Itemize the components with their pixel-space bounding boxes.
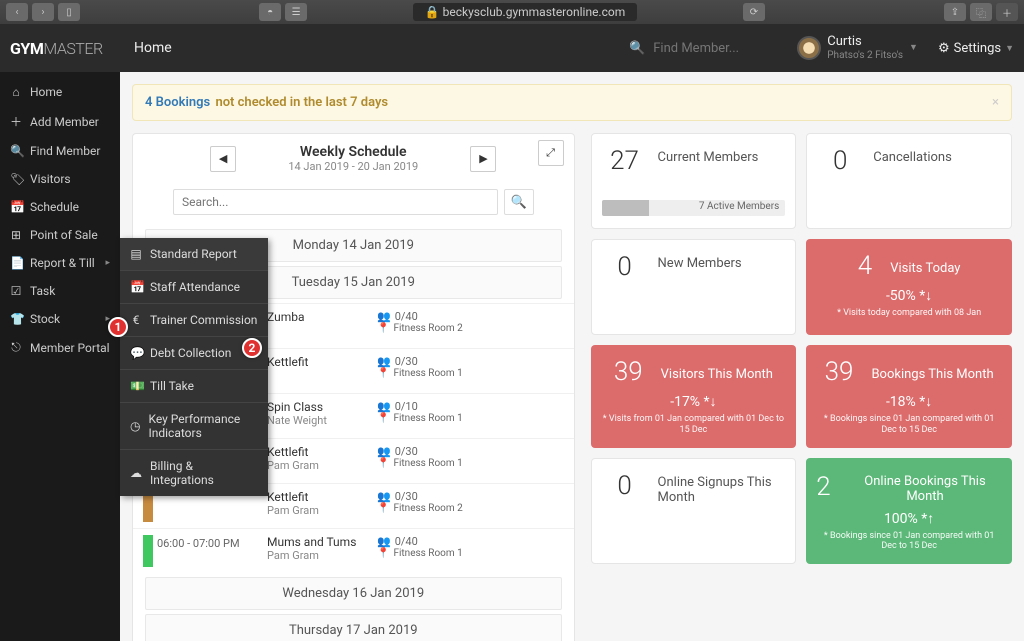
sidebar-toggle[interactable]: ▯ [58,3,80,21]
sidebar-icon: 🔍 [10,144,22,158]
stat-online-signups[interactable]: 0 Online Signups This Month [591,458,797,565]
people-icon: 👥 [377,355,391,368]
logo: GYMMASTER [0,39,120,58]
sidebar-icon: ⎋ [10,340,22,355]
pin-icon: 📍 [377,368,389,379]
shield-icon[interactable]: ◓ [259,3,281,21]
search-icon: 🔍 [629,41,645,56]
user-name: Curtis [827,35,903,49]
member-search[interactable]: 🔍 [629,41,773,56]
submenu-item-staff-attendance[interactable]: 📅Staff Attendance [120,270,268,303]
submenu-item-billing-integrations[interactable]: ☁Billing & Integrations [120,449,268,496]
prev-week-button[interactable]: ◀ [210,146,236,172]
back-button[interactable]: ‹ [6,3,28,21]
user-menu[interactable]: Curtis Phatso's 2 Fitso's ▼ [797,35,918,60]
submenu-icon: 💵 [130,379,142,393]
sidebar-item-member-portal[interactable]: ⎋Member Portal [0,333,120,362]
sidebar-icon: 👕 [10,312,22,326]
alert-banner: 4 Bookings not checked in the last 7 day… [132,84,1012,121]
stat-cancellations[interactable]: 0 Cancellations [806,133,1012,229]
submenu-item-till-take[interactable]: 💵Till Take [120,369,268,402]
pin-icon: 📍 [377,458,389,469]
schedule-event[interactable]: 06:00 - 07:00 PM Mums and TumsPam Gram 👥… [133,528,574,573]
forward-button[interactable]: › [32,3,54,21]
search-input[interactable] [653,41,773,56]
schedule-search-input[interactable] [173,189,498,215]
sidebar-item-visitors[interactable]: 🏷Visitors [0,165,120,193]
sidebar-icon: 📄 [10,256,22,270]
sidebar-item-schedule[interactable]: 📅Schedule [0,193,120,221]
people-icon: 👥 [377,400,391,413]
submenu-icon: € [130,313,142,327]
stat-visitors-month[interactable]: 39Visitors This Month -17% *↓ * Visits f… [591,345,797,448]
sidebar-icon: ⊞ [10,228,22,242]
sidebar-item-report-till[interactable]: 📄Report & Till▸ [0,249,120,277]
submenu-item-key-performance-indicators[interactable]: ◷Key Performance Indicators [120,402,268,449]
pin-icon: 📍 [377,548,389,559]
submenu-icon: 💬 [130,346,142,360]
sidebar-item-find-member[interactable]: 🔍Find Member [0,137,120,165]
stat-visits-today[interactable]: 4Visits Today -50% *↓ * Visits today com… [806,239,1012,335]
sidebar-item-task[interactable]: ☑Task [0,277,120,305]
expand-button[interactable]: ⤢ [538,140,564,166]
avatar [797,36,821,60]
submenu-icon: ☁ [130,466,142,480]
url-bar[interactable]: 🔒 beckysclub.gymmasteronline.com [311,3,739,21]
submenu-icon: ◷ [130,419,140,433]
schedule-range: 14 Jan 2019 - 20 Jan 2019 [248,160,458,173]
sidebar-icon: 📅 [10,200,22,214]
new-tab-icon[interactable]: ＋ [996,3,1018,21]
next-week-button[interactable]: ▶ [470,146,496,172]
submenu-item-standard-report[interactable]: ▤Standard Report [120,238,268,270]
settings-menu[interactable]: ⚙ Settings ▼ [938,41,1014,56]
people-icon: 👥 [377,535,391,548]
refresh-icon[interactable]: ⟳ [743,3,765,21]
close-icon[interactable]: × [992,95,999,110]
day-header[interactable]: Thursday 17 Jan 2019 [145,614,562,641]
stat-new-members[interactable]: 0 New Members [591,239,797,335]
share-icon[interactable]: ⇪ [944,3,966,21]
sidebar-item-point-of-sale[interactable]: ⊞Point of Sale [0,221,120,249]
sidebar-item-home[interactable]: ⌂Home [0,78,120,106]
reader-icon[interactable]: ☰ [285,3,307,21]
submenu-icon: ▤ [130,247,142,261]
sidebar-icon: ＋ [10,113,22,130]
schedule-title: Weekly Schedule [248,144,458,160]
sidebar-item-add-member[interactable]: ＋Add Member [0,106,120,137]
schedule-search-button[interactable]: 🔍 [504,189,534,215]
gear-icon: ⚙ [938,41,950,56]
alert-text: not checked in the last 7 days [212,95,388,110]
people-icon: 👥 [377,445,391,458]
pin-icon: 📍 [377,503,389,514]
sidebar: ⌂Home＋Add Member🔍Find Member🏷Visitors📅Sc… [0,72,120,641]
alert-link[interactable]: 4 Bookings [145,95,210,110]
stat-current-members[interactable]: 27 Current Members 7 Active Members [591,133,797,229]
user-org: Phatso's 2 Fitso's [827,50,903,61]
sidebar-icon: ⌂ [10,85,22,99]
stat-online-bookings[interactable]: 2Online Bookings This Month 100% *↑ * Bo… [806,458,1012,565]
report-submenu: ▤Standard Report📅Staff Attendance€Traine… [120,238,268,496]
page-title: Home [120,40,172,56]
annotation-2: 2 [242,338,262,358]
submenu-icon: 📅 [130,280,142,294]
sidebar-icon: ☑ [10,284,22,298]
pin-icon: 📍 [377,413,389,424]
stat-bookings-month[interactable]: 39Bookings This Month -18% *↓ * Bookings… [806,345,1012,448]
day-header[interactable]: Wednesday 16 Jan 2019 [145,577,562,610]
annotation-1: 1 [108,317,128,337]
tabs-icon[interactable]: ⿻ [970,3,992,21]
sidebar-icon: 🏷 [10,172,22,186]
sidebar-item-stock[interactable]: 👕Stock▸ [0,305,120,333]
people-icon: 👥 [377,490,391,503]
browser-chrome: ‹ › ▯ ◓ ☰ 🔒 beckysclub.gymmasteronline.c… [0,0,1024,24]
submenu-item-trainer-commission[interactable]: €Trainer Commission [120,303,268,336]
app-topbar: GYMMASTER Home 🔍 Curtis Phatso's 2 Fitso… [0,24,1024,72]
pin-icon: 📍 [377,323,389,334]
people-icon: 👥 [377,310,391,323]
